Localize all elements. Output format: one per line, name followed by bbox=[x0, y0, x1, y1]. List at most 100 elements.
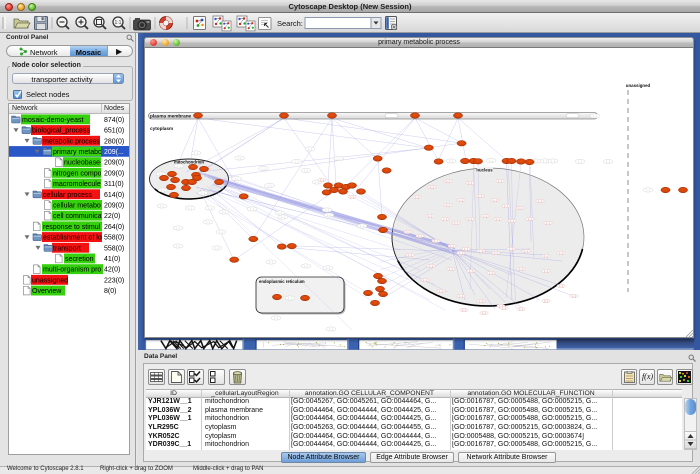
svg-text:biological_process: biological_process bbox=[32, 128, 90, 135]
svg-text:nitrogen compo: nitrogen compo bbox=[53, 170, 102, 177]
svg-text:(...): (...) bbox=[176, 245, 180, 248]
svg-text:(...): (...) bbox=[177, 165, 181, 168]
svg-text:(...): (...) bbox=[493, 200, 497, 202]
svg-text:(...): (...) bbox=[559, 286, 563, 288]
svg-text:(...): (...) bbox=[262, 168, 266, 171]
svg-text:1:1: 1:1 bbox=[115, 20, 122, 26]
svg-text:cellular metabo: cellular metabo bbox=[53, 203, 101, 210]
svg-text:(...): (...) bbox=[315, 181, 319, 184]
svg-text:(...): (...) bbox=[593, 115, 597, 118]
svg-text:(...): (...) bbox=[250, 208, 254, 211]
svg-text:(...): (...) bbox=[443, 219, 447, 221]
svg-text:(...): (...) bbox=[418, 236, 422, 238]
svg-text:macromolecule: macromolecule bbox=[53, 181, 101, 188]
svg-text:(...): (...) bbox=[288, 297, 292, 300]
svg-text:(...): (...) bbox=[489, 160, 493, 163]
svg-text:(...): (...) bbox=[194, 152, 198, 155]
svg-text:(...): (...) bbox=[268, 185, 272, 188]
svg-text:cellular process: cellular process bbox=[43, 192, 92, 199]
svg-text:metabolic process: metabolic process bbox=[43, 138, 100, 145]
svg-text:(...): (...) bbox=[350, 197, 354, 199]
svg-text:(...): (...) bbox=[278, 212, 282, 215]
svg-text:(...): (...) bbox=[434, 241, 438, 243]
svg-text:(...): (...) bbox=[304, 265, 308, 268]
svg-text:(...): (...) bbox=[524, 251, 528, 253]
svg-text:multi-organism pro: multi-organism pro bbox=[43, 267, 101, 274]
svg-text:42(0): 42(0) bbox=[104, 267, 120, 274]
svg-text:establishment of lo: establishment of lo bbox=[43, 235, 102, 242]
svg-text:280(0): 280(0) bbox=[104, 138, 124, 145]
svg-text:(...): (...) bbox=[215, 247, 219, 250]
svg-text:209(...: 209(... bbox=[104, 149, 124, 156]
svg-text:(...): (...) bbox=[578, 161, 582, 164]
svg-text:(...): (...) bbox=[489, 273, 493, 275]
svg-text:(...): (...) bbox=[646, 189, 650, 192]
svg-text:(...): (...) bbox=[222, 211, 226, 214]
svg-text:(...): (...) bbox=[538, 201, 542, 203]
svg-text:264(0): 264(0) bbox=[104, 224, 124, 231]
svg-text:558(0): 558(0) bbox=[104, 235, 124, 242]
svg-text:nucleobase-: nucleobase- bbox=[64, 160, 103, 167]
svg-text:(...): (...) bbox=[544, 256, 548, 258]
svg-text:209(0): 209(0) bbox=[104, 203, 124, 210]
svg-text:(...): (...) bbox=[449, 269, 453, 271]
svg-text:(...): (...) bbox=[406, 232, 410, 234]
svg-text:(...): (...) bbox=[483, 216, 487, 218]
svg-text:(...): (...) bbox=[464, 249, 468, 251]
svg-text:(...): (...) bbox=[274, 317, 278, 320]
svg-text:(...): (...) bbox=[510, 221, 514, 223]
svg-text:(...): (...) bbox=[479, 251, 483, 253]
svg-text:22(0): 22(0) bbox=[104, 213, 120, 220]
svg-text:(...): (...) bbox=[446, 205, 450, 207]
svg-text:8(0): 8(0) bbox=[104, 288, 116, 295]
svg-text:41(0): 41(0) bbox=[104, 256, 120, 263]
svg-text:cell communicat: cell communicat bbox=[53, 213, 104, 220]
svg-text:(...): (...) bbox=[446, 181, 450, 183]
svg-text:651(0): 651(0) bbox=[104, 128, 124, 135]
svg-text:(...): (...) bbox=[408, 255, 412, 257]
svg-text:(...): (...) bbox=[544, 271, 548, 273]
svg-text:response to stimul: response to stimul bbox=[43, 224, 101, 231]
svg-text:(...): (...) bbox=[329, 328, 333, 331]
svg-text:(...): (...) bbox=[450, 246, 454, 248]
svg-text:311(0): 311(0) bbox=[104, 181, 124, 188]
svg-text:(...): (...) bbox=[544, 301, 548, 303]
svg-text:(...): (...) bbox=[325, 209, 329, 212]
svg-text:(...): (...) bbox=[235, 178, 239, 181]
svg-text:(...): (...) bbox=[295, 161, 299, 164]
svg-text:(...): (...) bbox=[320, 180, 324, 182]
svg-text:(...): (...) bbox=[534, 160, 538, 163]
svg-text:(...): (...) bbox=[428, 216, 432, 218]
svg-text:(...): (...) bbox=[462, 310, 466, 312]
svg-text:(...): (...) bbox=[479, 301, 483, 303]
svg-text:cytoplasm: cytoplasm bbox=[150, 126, 173, 131]
svg-text:(...): (...) bbox=[518, 208, 522, 210]
svg-text:(...): (...) bbox=[269, 261, 273, 264]
svg-text:Overview: Overview bbox=[32, 288, 62, 295]
svg-text:(...): (...) bbox=[429, 266, 433, 268]
svg-text:(...): (...) bbox=[543, 160, 547, 163]
svg-text:(...): (...) bbox=[430, 187, 434, 189]
svg-text:(...): (...) bbox=[161, 189, 165, 192]
svg-text:209(0): 209(0) bbox=[104, 170, 124, 177]
svg-text:mitochondrion: mitochondrion bbox=[174, 160, 204, 165]
svg-text:unassigned: unassigned bbox=[626, 83, 651, 88]
svg-text:(...): (...) bbox=[469, 271, 473, 273]
svg-text:614(0): 614(0) bbox=[104, 192, 124, 199]
svg-text:(...): (...) bbox=[504, 206, 508, 208]
svg-text:(...): (...) bbox=[519, 309, 523, 311]
svg-text:(...): (...) bbox=[337, 158, 341, 161]
svg-text:(...): (...) bbox=[176, 227, 180, 230]
svg-text:(...): (...) bbox=[498, 181, 502, 183]
svg-text:(...): (...) bbox=[304, 170, 308, 173]
svg-text:(...): (...) bbox=[326, 267, 330, 270]
svg-text:(...): (...) bbox=[496, 219, 500, 221]
svg-text:plasma membrane: plasma membrane bbox=[150, 114, 192, 119]
svg-text:(...): (...) bbox=[494, 253, 498, 255]
svg-text:(...): (...) bbox=[160, 205, 164, 208]
svg-text:transport: transport bbox=[53, 245, 81, 252]
svg-text:(...): (...) bbox=[546, 223, 550, 225]
svg-text:unassigned: unassigned bbox=[32, 277, 68, 284]
svg-text:(...): (...) bbox=[468, 219, 472, 221]
svg-text:(...): (...) bbox=[281, 216, 285, 219]
